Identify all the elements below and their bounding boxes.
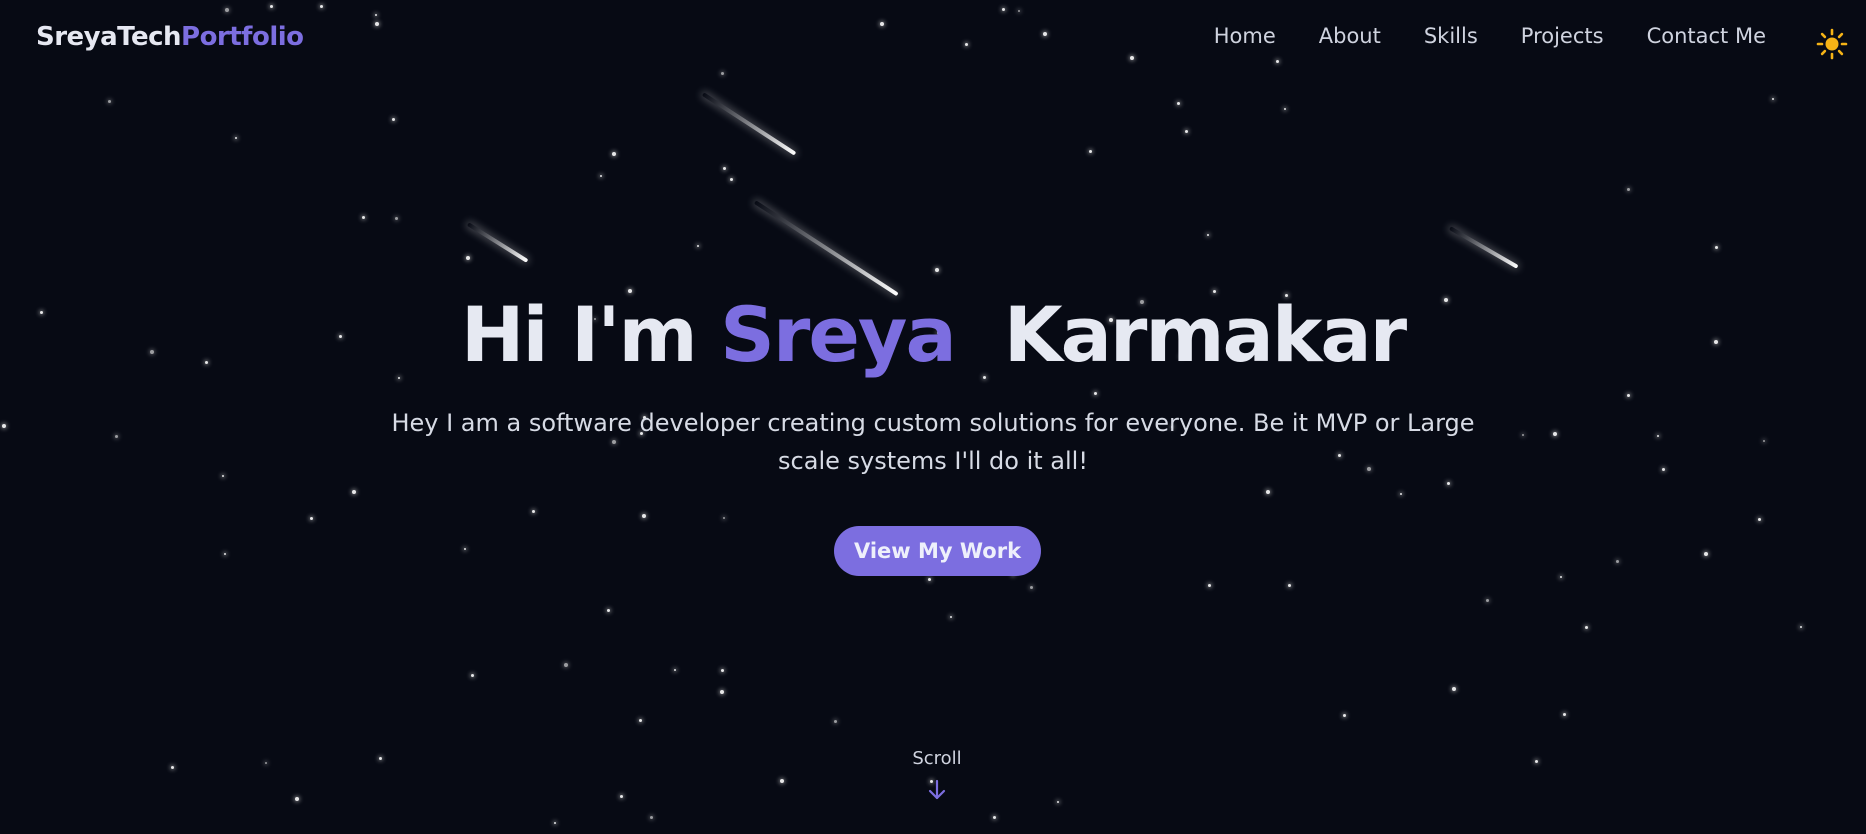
hero-heading: Hi I'm Sreya Karmakar xyxy=(0,290,1866,379)
portfolio-page: SreyaTechPortfolio Home About Skills Pro… xyxy=(0,0,1866,834)
brand-logo[interactable]: SreyaTechPortfolio xyxy=(36,22,304,52)
sun-icon xyxy=(1816,28,1848,60)
nav-item-about[interactable]: About xyxy=(1319,24,1381,48)
hero-first-name: Sreya xyxy=(720,290,957,379)
site-header: SreyaTechPortfolio Home About Skills Pro… xyxy=(0,0,1866,78)
scroll-label: Scroll xyxy=(912,748,962,769)
nav-item-home[interactable]: Home xyxy=(1214,24,1276,48)
view-my-work-button[interactable]: View My Work xyxy=(834,526,1041,576)
hero-section: Hi I'm Sreya Karmakar Hey I am a softwar… xyxy=(0,0,1866,834)
hero-greeting: Hi I'm xyxy=(460,290,698,379)
hero-last-name: Karmakar xyxy=(1003,290,1407,379)
arrow-down-icon xyxy=(928,779,946,800)
nav-item-contact[interactable]: Contact Me xyxy=(1647,24,1766,48)
hero-subtitle: Hey I am a software developer creating c… xyxy=(391,409,1475,475)
brand-name-accent: Portfolio xyxy=(181,22,304,52)
nav-item-skills[interactable]: Skills xyxy=(1424,24,1478,48)
nav-item-projects[interactable]: Projects xyxy=(1521,24,1604,48)
scroll-indicator[interactable]: Scroll xyxy=(883,748,991,801)
theme-toggle-button[interactable] xyxy=(1816,28,1848,60)
brand-name-primary: SreyaTech xyxy=(36,22,182,52)
main-nav: Home About Skills Projects Contact Me xyxy=(1214,24,1766,48)
